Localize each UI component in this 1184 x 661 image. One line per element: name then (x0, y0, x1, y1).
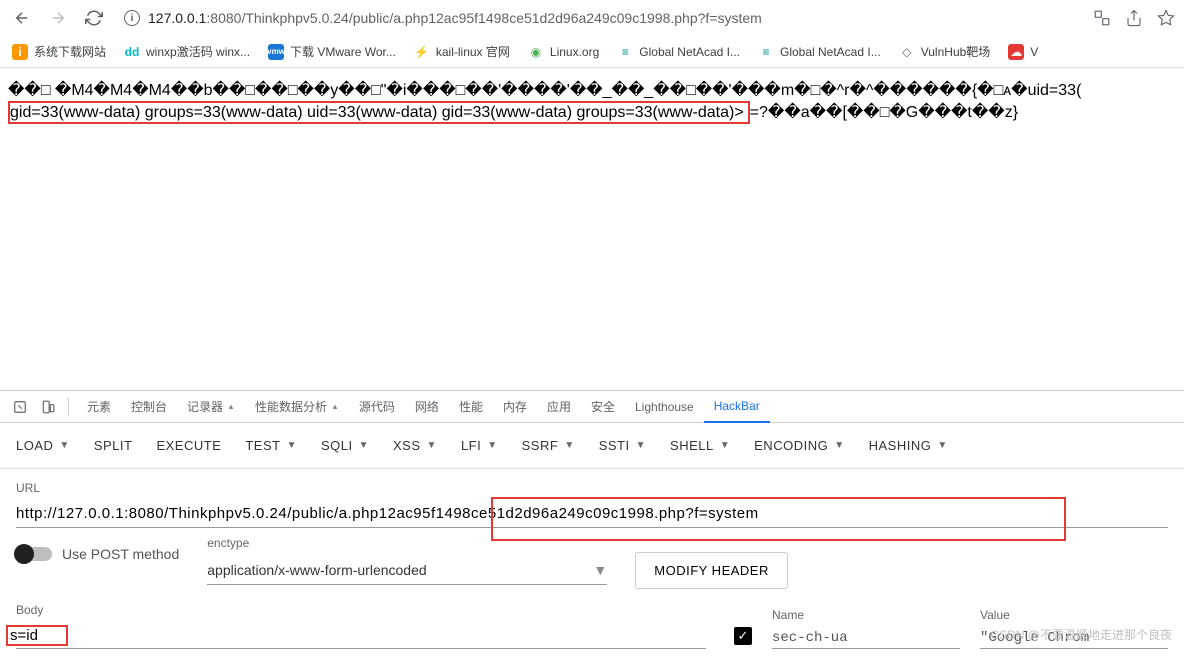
enctype-select[interactable]: application/x-www-form-urlencoded ▼ (207, 556, 607, 585)
url-bar[interactable]: i 127.0.0.1:8080/Thinkphpv5.0.24/public/… (116, 10, 1084, 26)
url-label: URL (16, 481, 1168, 495)
devtools-tab[interactable]: 性能数据分析 ▲ (245, 391, 349, 423)
devtools-tab[interactable]: 应用 (537, 391, 581, 423)
bookmark-item[interactable]: vmw 下载 VMware Wor... (268, 43, 396, 60)
url-input[interactable]: http://127.0.0.1:8080/Thinkphpv5.0.24/pu… (16, 501, 1168, 528)
devtools-tab[interactable]: 元素 (77, 391, 121, 423)
bookmark-item[interactable]: i 系统下载网站 (12, 43, 106, 60)
hackbar-sqli-button[interactable]: SQLI ▼ (321, 438, 369, 453)
header-checkbox[interactable]: ✓ (734, 627, 752, 645)
device-icon[interactable] (36, 395, 60, 419)
body-input[interactable]: s=id (16, 623, 706, 649)
bookmark-icon: i (12, 44, 28, 60)
bookmark-label: Linux.org (550, 45, 599, 59)
star-icon[interactable] (1156, 8, 1176, 28)
post-toggle[interactable] (16, 547, 52, 561)
bookmark-item[interactable]: ◉ Linux.org (528, 44, 599, 60)
bookmark-label: kail-linux 官网 (436, 43, 510, 60)
devtools-tab[interactable]: 网络 (405, 391, 449, 423)
garbled-text: ��□ �M4�M4�M4��b��□��□��y��□"�i���□��'��… (8, 82, 1081, 99)
devtools-tab[interactable]: 性能 (449, 391, 493, 423)
bookmarks-bar: i 系统下载网站 dd winxp激活码 winx... vmw 下载 VMware Wo… (0, 36, 1184, 68)
bookmark-label: 下载 VMware Wor... (290, 43, 396, 60)
bookmark-item[interactable]: dd winxp激活码 winx... (124, 43, 250, 60)
back-button[interactable] (8, 4, 36, 32)
toolbar-right (1092, 8, 1176, 28)
hackbar-encoding-button[interactable]: ENCODING ▼ (754, 438, 844, 453)
name-label: Name (772, 608, 960, 622)
body-label: Body (16, 603, 706, 617)
watermark: CSDN @不要温顺地走进那个良夜 (990, 626, 1172, 643)
bookmark-icon: ◇ (899, 44, 915, 60)
devtools-tabs: 元素控制台记录器 ▲性能数据分析 ▲源代码网络性能内存应用安全Lighthous… (0, 391, 1184, 423)
bookmark-icon: vmw (268, 44, 284, 60)
devtools-tab[interactable]: Lighthouse (625, 391, 704, 423)
bookmark-item[interactable]: ◇ VulnHub靶场 (899, 43, 991, 60)
bookmark-label: VulnHub靶场 (921, 43, 991, 60)
devtools-panel: 元素控制台记录器 ▲性能数据分析 ▲源代码网络性能内存应用安全Lighthous… (0, 390, 1184, 661)
hackbar-test-button[interactable]: TEST ▼ (245, 438, 297, 453)
bookmark-icon: ⚡ (414, 44, 430, 60)
dropdown-icon: ▼ (593, 562, 607, 578)
url-highlight-box (491, 497, 1066, 541)
devtools-tab[interactable]: 记录器 ▲ (177, 391, 245, 423)
bookmark-label: Global NetAcad I... (780, 45, 881, 59)
hackbar-lfi-button[interactable]: LFI ▼ (461, 438, 498, 453)
bookmark-icon: ≡ (758, 44, 774, 60)
bookmark-icon: dd (124, 44, 140, 60)
header-name-input[interactable]: sec-ch-ua (772, 628, 960, 649)
hackbar-ssrf-button[interactable]: SSRF ▼ (522, 438, 575, 453)
bookmark-item[interactable]: ≡ Global NetAcad I... (758, 44, 881, 60)
hackbar-execute-button[interactable]: EXECUTE (156, 438, 221, 453)
hackbar-shell-button[interactable]: SHELL ▼ (670, 438, 730, 453)
hackbar-split-button[interactable]: SPLIT (94, 438, 133, 453)
bookmark-icon: ◉ (528, 44, 544, 60)
translate-icon[interactable] (1092, 8, 1112, 28)
hackbar-hashing-button[interactable]: HASHING ▼ (869, 438, 948, 453)
devtools-tab[interactable]: HackBar (704, 391, 770, 423)
bookmark-item[interactable]: ☁V (1008, 44, 1038, 60)
forward-button[interactable] (44, 4, 72, 32)
devtools-tab[interactable]: 源代码 (349, 391, 405, 423)
bookmark-item[interactable]: ≡ Global NetAcad I... (617, 44, 740, 60)
modify-header-button[interactable]: MODIFY HEADER (635, 552, 788, 589)
bookmark-icon: ≡ (617, 44, 633, 60)
bookmark-label: Global NetAcad I... (639, 45, 740, 59)
reload-button[interactable] (80, 4, 108, 32)
bookmark-item[interactable]: ⚡ kail-linux 官网 (414, 43, 510, 60)
browser-toolbar: i 127.0.0.1:8080/Thinkphpv5.0.24/public/… (0, 0, 1184, 36)
bookmark-icon: ☁ (1008, 44, 1024, 60)
post-label: Use POST method (62, 546, 179, 562)
devtools-tab[interactable]: 安全 (581, 391, 625, 423)
bookmark-label: winxp激活码 winx... (146, 43, 250, 60)
bookmark-label: 系统下载网站 (34, 43, 106, 60)
url-text: 127.0.0.1:8080/Thinkphpv5.0.24/public/a.… (148, 10, 762, 26)
devtools-tab[interactable]: 内存 (493, 391, 537, 423)
page-content: ��□ �M4�M4�M4��b��□��□��y��□"�i���□��'��… (0, 68, 1184, 137)
highlighted-output: gid=33(www-data) groups=33(www-data) uid… (8, 101, 750, 124)
devtools-tab[interactable]: 控制台 (121, 391, 177, 423)
body-highlight-box: s=id (6, 625, 68, 646)
hackbar-xss-button[interactable]: XSS ▼ (393, 438, 437, 453)
share-icon[interactable] (1124, 8, 1144, 28)
hackbar-ssti-button[interactable]: SSTI ▼ (599, 438, 646, 453)
value-label: Value (980, 608, 1168, 622)
hackbar-toolbar: LOAD ▼ SPLIT EXECUTE TEST ▼ SQLI ▼ XSS ▼ LFI ▼… (0, 423, 1184, 469)
site-info-icon[interactable]: i (124, 10, 140, 26)
inspect-icon[interactable] (8, 395, 32, 419)
bookmark-label: V (1030, 45, 1038, 59)
hackbar-load-button[interactable]: LOAD ▼ (16, 438, 70, 453)
